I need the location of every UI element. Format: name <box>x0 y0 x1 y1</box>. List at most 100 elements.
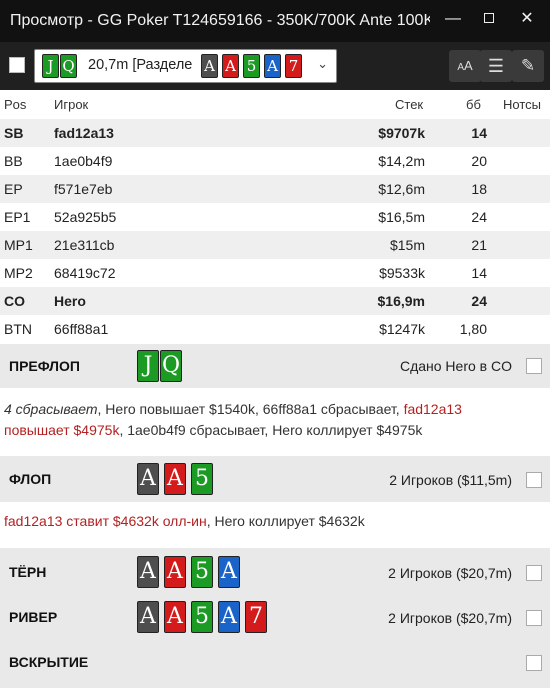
card: J <box>137 350 159 382</box>
street-info: 2 Игроков ($11,5m) <box>389 472 512 488</box>
title-bar: Просмотр - GG Poker T124659166 - 350K/70… <box>0 0 550 42</box>
row-bb: 21 <box>471 237 487 253</box>
window-title: Просмотр - GG Poker T124659166 - 350K/70… <box>10 12 430 29</box>
row-pos: BTN <box>4 321 32 337</box>
row-stack: $9707k <box>378 125 425 141</box>
street-info: Сдано Hero в CO <box>399 358 512 374</box>
row-stack: $16,9m <box>377 293 425 309</box>
row-pos: MP1 <box>4 237 33 253</box>
row-player: 21e311cb <box>54 237 115 253</box>
street-name: ФЛОП <box>9 471 52 487</box>
row-bb: 1,80 <box>459 321 487 337</box>
street-checkbox-river[interactable] <box>526 610 542 626</box>
header-bb: бб <box>466 97 481 112</box>
card: A <box>137 463 159 495</box>
table-row[interactable]: MP2 68419c72 $9533k 14 <box>0 259 550 287</box>
action-text: 4 сбрасывает <box>4 401 98 417</box>
card: A <box>222 54 239 78</box>
card: 5 <box>191 463 213 495</box>
flop-actions: fad12a13 ставит $4632k олл-ин, Hero колл… <box>4 511 524 532</box>
row-bb: 14 <box>471 265 487 281</box>
row-player: f571e7eb <box>54 181 113 197</box>
row-player: 1ae0b4f9 <box>54 153 113 169</box>
card: 7 <box>245 601 267 633</box>
font-size-icon[interactable]: AA <box>449 50 481 82</box>
header-player: Игрок <box>54 97 89 112</box>
chevron-down-icon: ⌄ <box>317 56 328 71</box>
card: A <box>201 54 218 78</box>
select-checkbox[interactable] <box>9 57 25 73</box>
preflop-actions: 4 сбрасывает, Hero повышает $1540k, 66ff… <box>4 399 524 441</box>
table-row[interactable]: BTN 66ff88a1 $1247k 1,80 <box>0 315 550 343</box>
streets-bottom: ТЁРН AA5A 2 Игроков ($20,7m) РИВЕР AA5A7… <box>0 548 550 688</box>
table-row[interactable]: CO Hero $16,9m 24 <box>0 287 550 315</box>
street-name-turn: ТЁРН <box>9 564 47 580</box>
card: J <box>42 54 59 78</box>
card: 5 <box>243 54 260 78</box>
row-pos: BB <box>4 153 23 169</box>
row-stack: $9533k <box>379 265 425 281</box>
street-checkbox-showdown[interactable] <box>526 655 542 671</box>
maximize-icon <box>484 13 494 23</box>
row-pos: EP <box>4 181 23 197</box>
hand-select-dropdown[interactable]: JQ 20,7m [Разделе AA5A7 ⌄ <box>34 49 337 83</box>
pencil-icon[interactable]: ✎ <box>512 50 544 82</box>
table-row[interactable]: EP f571e7eb $12,6m 18 <box>0 175 550 203</box>
card: A <box>137 556 159 588</box>
row-bb: 20 <box>471 153 487 169</box>
close-button[interactable]: ✕ <box>504 0 550 38</box>
street-name-showdown: ВСКРЫТИЕ <box>9 654 89 670</box>
header-pos: Pos <box>4 97 27 112</box>
street-flop: ФЛОП AA5 2 Игроков ($11,5m) <box>0 456 550 502</box>
table-row[interactable]: EP1 52a925b5 $16,5m 24 <box>0 203 550 231</box>
action-text: fad12a13 ставит $4632k олл-ин <box>4 513 207 529</box>
card: 5 <box>191 601 213 633</box>
row-stack: $14,2m <box>378 153 425 169</box>
street-checkbox[interactable] <box>526 472 542 488</box>
street-preflop: ПРЕФЛОП JQ Сдано Hero в CO <box>0 344 550 388</box>
row-player: 68419c72 <box>54 265 116 281</box>
card: A <box>164 463 186 495</box>
card: A <box>218 601 240 633</box>
row-bb: 24 <box>471 293 487 309</box>
card: A <box>164 556 186 588</box>
header-notes: Нотсы <box>503 97 541 112</box>
street-checkbox[interactable] <box>526 358 542 374</box>
action-text: , 1ae0b4f9 сбрасывает, Hero коллирует $4… <box>119 422 423 438</box>
row-bb: 14 <box>471 125 487 141</box>
card: 5 <box>191 556 213 588</box>
row-player: fad12a13 <box>54 125 114 141</box>
table-row[interactable]: MP1 21e311cb $15m 21 <box>0 231 550 259</box>
row-player: 52a925b5 <box>54 209 117 225</box>
street-info-river: 2 Игроков ($20,7m) <box>388 610 512 626</box>
table-row[interactable]: SB fad12a13 $9707k 14 <box>0 119 550 147</box>
row-player: 66ff88a1 <box>54 321 109 337</box>
card: A <box>137 601 159 633</box>
row-pos: MP2 <box>4 265 33 281</box>
row-pos: SB <box>4 125 24 141</box>
street-name-river: РИВЕР <box>9 609 58 625</box>
row-bb: 18 <box>471 181 487 197</box>
row-stack: $15m <box>389 237 425 253</box>
card: A <box>218 556 240 588</box>
street-info-turn: 2 Игроков ($20,7m) <box>388 565 512 581</box>
list-icon[interactable]: ☰ <box>480 50 512 82</box>
street-name: ПРЕФЛОП <box>9 358 80 374</box>
row-player: Hero <box>54 293 86 309</box>
row-pos: EP1 <box>4 209 31 225</box>
action-text: , Hero повышает $1540k, 66ff88a1 сбрасыв… <box>97 401 404 417</box>
card: Q <box>160 350 182 382</box>
card: 7 <box>285 54 302 78</box>
street-checkbox-turn[interactable] <box>526 565 542 581</box>
row-stack: $16,5m <box>378 209 425 225</box>
row-stack: $1247k <box>379 321 425 337</box>
row-stack: $12,6m <box>378 181 425 197</box>
row-pos: CO <box>4 293 25 309</box>
action-text: , Hero коллирует $4632k <box>206 513 365 529</box>
card: Q <box>60 54 77 78</box>
header-stack: Стек <box>395 97 424 112</box>
row-bb: 24 <box>471 209 487 225</box>
card: A <box>164 601 186 633</box>
table-row[interactable]: BB 1ae0b4f9 $14,2m 20 <box>0 147 550 175</box>
players-table-header: Pos Игрок Стек бб Нотсы <box>0 90 550 119</box>
